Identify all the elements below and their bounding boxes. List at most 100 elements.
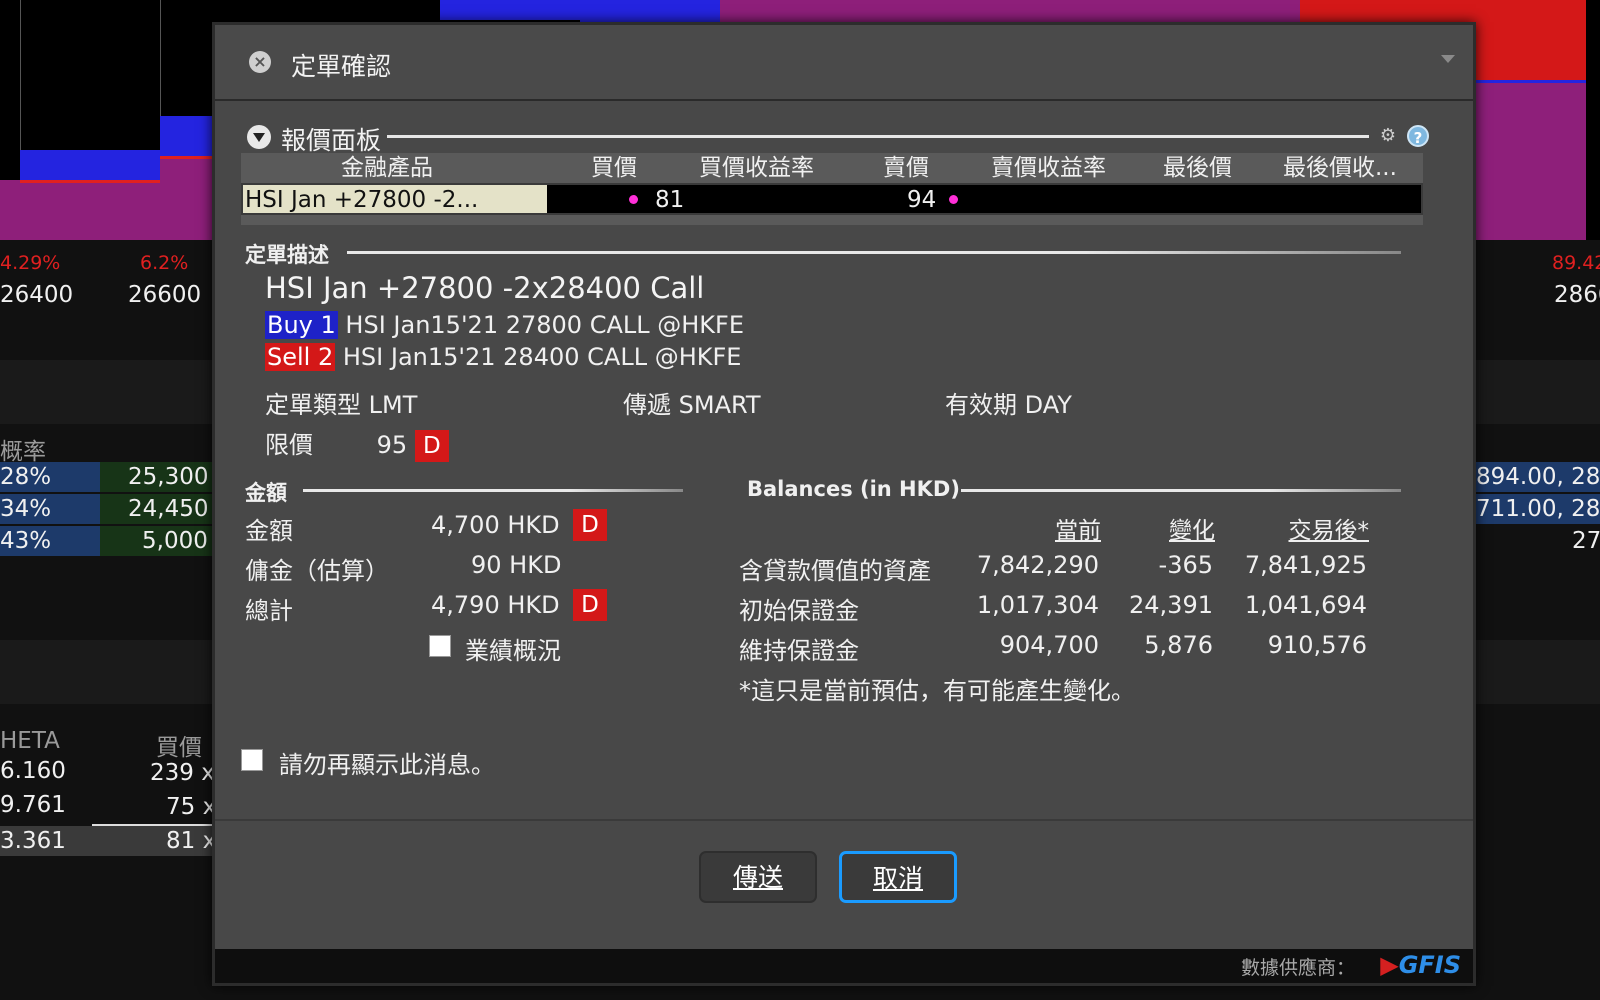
bg-prob-pct: 28% [0,464,52,490]
bg-gridline [20,0,21,150]
tif-value: DAY [1024,391,1072,419]
bg-chart-bar [1476,22,1586,80]
route-label: 傳遞 [623,391,671,419]
bg-prob-header: 概率 [0,439,46,465]
balance-column-change: 變化 [1169,518,1215,544]
bg-pct-label: 6.2% [140,252,189,274]
total-value: 4,790 HKD [431,591,560,619]
delayed-data-badge: D [573,509,607,541]
bg-chart-bar [20,150,160,180]
bg-prob-val: 24,450 [128,496,209,522]
performance-label[interactable]: 業績概況 [465,631,561,666]
route-value: SMART [678,391,761,419]
balance-change: 5,876 [1144,631,1213,659]
product-cell[interactable]: HSI Jan +27800 -2... [243,185,547,213]
bg-chart-bar [0,180,20,240]
bg-strike-label: 2860 [1554,282,1600,308]
column-header[interactable]: 賣價收益率 [991,153,1106,183]
sell-tag: Sell 2 [265,343,336,371]
quote-table: 金融產品 買價 買價收益率 賣價 賣價收益率 最後價 最後價收... HSI J… [241,153,1423,225]
bg-chart-bar [440,0,580,20]
balance-after: 1,041,694 [1244,591,1367,619]
balance-after: 910,576 [1267,631,1367,659]
bg-right-row: 27 [1572,528,1600,554]
dont-show-again-label[interactable]: 請勿再顯示此消息。 [279,745,495,780]
commission-value: 90 HKD [471,551,562,579]
balance-column-current: 當前 [1055,518,1101,544]
column-header[interactable]: 賣價 [883,153,929,183]
quote-table-footer [241,215,1423,225]
column-header[interactable]: 最後價 [1163,153,1232,183]
tif-field: 有效期 DAY [945,385,1072,420]
settings-icon[interactable]: ⚙ [1377,125,1399,147]
help-icon[interactable]: ? [1407,125,1429,147]
leg-description: HSI Jan15'21 27800 CALL @HKFE [345,311,744,339]
balance-after: 7,841,925 [1244,551,1367,579]
bg-prob-val: 25,300 [128,464,209,490]
bg-greek-val: 75 x [166,794,217,820]
bid-indicator-dot [629,195,638,204]
bg-greeks-header: HETA [0,728,60,754]
ask-cell[interactable]: 94 [907,185,936,215]
leg-description: HSI Jan15'21 28400 CALL @HKFE [342,343,742,371]
footer-divider [215,819,1473,821]
performance-checkbox[interactable] [429,635,451,657]
delayed-data-badge: D [414,430,449,462]
column-header[interactable]: 買價收益率 [699,153,814,183]
quote-row[interactable]: HSI Jan +27800 -2... 81 94 [241,183,1423,215]
bg-underline [92,824,212,826]
bg-greek-val: 9.761 [0,792,66,818]
bg-chart-bar [720,0,1300,22]
chevron-down-icon[interactable] [1441,55,1455,63]
bg-greeks-header: 買價 [156,735,202,761]
bg-chart-bar [1300,0,1600,22]
balance-row-label: 初始保證金 [739,597,859,625]
amount-value: 4,700 HKD [431,511,560,539]
close-icon[interactable]: × [249,51,271,73]
bg-chart-bar [580,0,720,22]
balance-row-label: 維持保證金 [739,637,859,665]
section-divider [347,251,1401,254]
bg-prob-pct: 43% [0,528,52,554]
column-header[interactable]: 金融產品 [341,153,433,183]
send-button[interactable]: 傳送 [699,851,817,903]
section-divider [303,489,683,492]
order-leg: Sell 2 HSI Jan15'21 28400 CALL @HKFE [265,343,741,371]
bg-chart-bar [1476,80,1586,240]
commission-label: 傭金（估算） [245,557,389,585]
amount-label: 金額 [245,517,293,545]
quote-panel-title: 報價面板 [281,126,382,155]
order-confirmation-dialog: × 定單確認 報價面板 ⚙ ? 金融產品 買價 買價收益率 賣價 賣價收益率 最… [212,22,1476,986]
buy-tag: Buy 1 [265,311,338,339]
status-bar: 數據供應商： ▶GFIS [215,949,1473,983]
column-header[interactable]: 最後價收... [1283,153,1397,183]
collapse-toggle-icon[interactable] [247,125,271,149]
balance-change: -365 [1158,551,1213,579]
column-header[interactable]: 買價 [591,153,637,183]
order-type-field: 定單類型 LMT [265,385,417,420]
bid-cell[interactable]: 81 [655,185,684,215]
bg-prob-pct: 34% [0,496,52,522]
bg-chart-bar [1586,0,1600,240]
balance-column-after: 交易後* [1288,518,1370,544]
quote-table-header: 金融產品 買價 買價收益率 賣價 賣價收益率 最後價 最後價收... [241,153,1423,183]
bg-gridline [160,0,161,116]
bg-prob-val: 5,000 [142,528,208,554]
gfis-logo-mark: ▶ [1380,951,1399,979]
tif-label: 有效期 [945,391,1017,419]
bg-right-row: 711.00, 28 [1476,496,1600,522]
delayed-data-badge: D [573,589,607,621]
dialog-titlebar[interactable]: × 定單確認 [215,25,1473,101]
order-title: HSI Jan +27800 -2x28400 Call [265,271,705,305]
bg-greek-val: 3.361 [0,828,66,854]
cancel-button[interactable]: 取消 [839,851,957,903]
bg-strike-label: 26400 [0,282,74,308]
section-divider [961,489,1401,492]
dialog-title: 定單確認 [291,52,392,81]
limit-price-label: 限價 [265,431,313,459]
section-divider [387,135,1369,138]
dont-show-again-checkbox[interactable] [241,749,263,771]
amounts-heading: 金額 [245,481,287,505]
bg-chart-bar [160,156,212,240]
data-provider-label: 數據供應商： [1240,957,1355,979]
